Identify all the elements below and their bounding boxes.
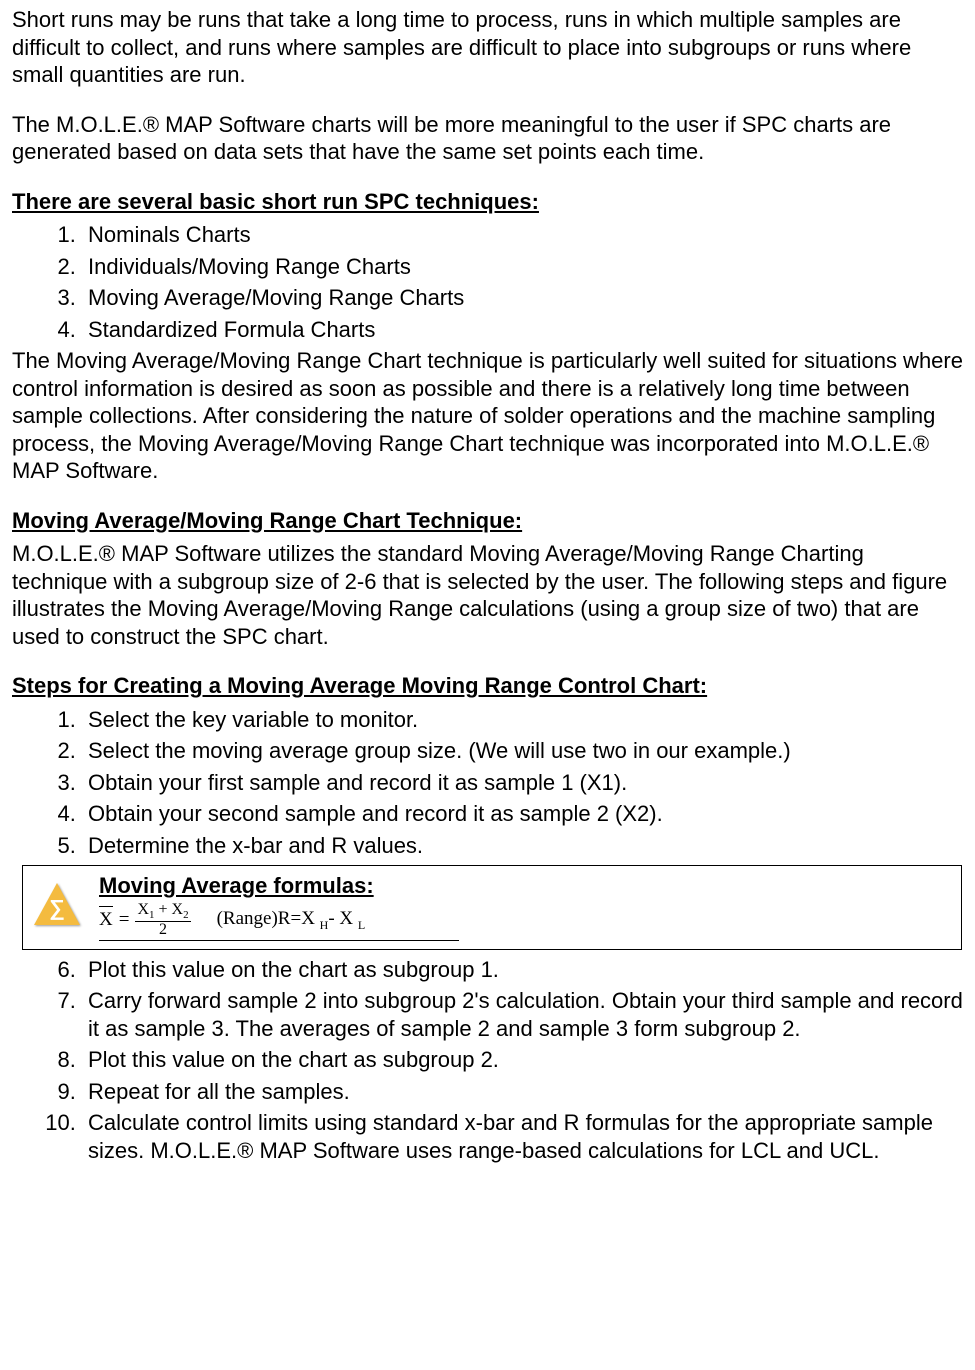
formula-content: Moving Average formulas: X = X1 + X2 2 — [99, 872, 459, 941]
formula-title: Moving Average formulas: — [99, 872, 459, 900]
xbar-equation: X = X1 + X2 2 — [99, 902, 191, 938]
list-item-text: Calculate control limits using standard … — [88, 1110, 933, 1163]
formula-equations: X = X1 + X2 2 (Range)R=X H- X L — [99, 902, 459, 941]
heading-steps: Steps for Creating a Moving Average Movi… — [12, 672, 963, 700]
list-item-text: Carry forward sample 2 into subgroup 2's… — [88, 988, 963, 1041]
sigma-glyph: ∑ — [31, 894, 83, 922]
sigma-icon: ∑ — [31, 880, 83, 932]
list-item-text: Determine the x-bar and R values. — [88, 833, 423, 858]
intro-paragraph-1: Short runs may be runs that take a long … — [12, 6, 963, 89]
list-item-text: Individuals/Moving Range Charts — [88, 254, 411, 279]
heading-basic-techniques: There are several basic short run SPC te… — [12, 188, 963, 216]
document-page: Short runs may be runs that take a long … — [0, 0, 975, 1192]
list-item-text: Nominals Charts — [88, 222, 251, 247]
list-item-text: Select the moving average group size. (W… — [88, 738, 791, 763]
xbar-symbol: X — [99, 908, 113, 932]
list-item: Carry forward sample 2 into subgroup 2's… — [82, 987, 963, 1042]
equals-sign: = — [119, 908, 130, 932]
list-item-text: Standardized Formula Charts — [88, 317, 375, 342]
list-item: Select the moving average group size. (W… — [82, 737, 963, 765]
fraction-numerator: X1 + X2 — [135, 902, 190, 922]
list-item: Plot this value on the chart as subgroup… — [82, 956, 963, 984]
list-item: Repeat for all the samples. — [82, 1078, 963, 1106]
list-item: Determine the x-bar and R values. — [82, 832, 963, 860]
list-item: Moving Average/Moving Range Charts — [82, 284, 963, 312]
fraction: X1 + X2 2 — [135, 902, 190, 938]
list-item-text: Moving Average/Moving Range Charts — [88, 285, 464, 310]
list-item-text: Repeat for all the samples. — [88, 1079, 350, 1104]
fraction-denominator: 2 — [157, 922, 169, 938]
list-item-text: Obtain your first sample and record it a… — [88, 770, 627, 795]
steps-list-2: Plot this value on the chart as subgroup… — [12, 956, 963, 1165]
list-item: Obtain your second sample and record it … — [82, 800, 963, 828]
heading-technique: Moving Average/Moving Range Chart Techni… — [12, 507, 963, 535]
list-item-text: Plot this value on the chart as subgroup… — [88, 1047, 499, 1072]
range-equation: (Range)R=X H- X L — [217, 907, 366, 933]
formula-box: ∑ Moving Average formulas: X = X1 + X2 2 — [22, 865, 962, 950]
basic-techniques-list: Nominals Charts Individuals/Moving Range… — [12, 221, 963, 343]
basic-follow-paragraph: The Moving Average/Moving Range Chart te… — [12, 347, 963, 485]
intro-paragraph-2: The M.O.L.E.® MAP Software charts will b… — [12, 111, 963, 166]
list-item: Standardized Formula Charts — [82, 316, 963, 344]
list-item: Select the key variable to monitor. — [82, 706, 963, 734]
technique-paragraph: M.O.L.E.® MAP Software utilizes the stan… — [12, 540, 963, 650]
list-item-text: Plot this value on the chart as subgroup… — [88, 957, 499, 982]
list-item: Nominals Charts — [82, 221, 963, 249]
list-item: Obtain your first sample and record it a… — [82, 769, 963, 797]
list-item: Plot this value on the chart as subgroup… — [82, 1046, 963, 1074]
list-item-text: Select the key variable to monitor. — [88, 707, 418, 732]
list-item: Individuals/Moving Range Charts — [82, 253, 963, 281]
list-item: Calculate control limits using standard … — [82, 1109, 963, 1164]
list-item-text: Obtain your second sample and record it … — [88, 801, 663, 826]
steps-list-1: Select the key variable to monitor. Sele… — [12, 706, 963, 860]
